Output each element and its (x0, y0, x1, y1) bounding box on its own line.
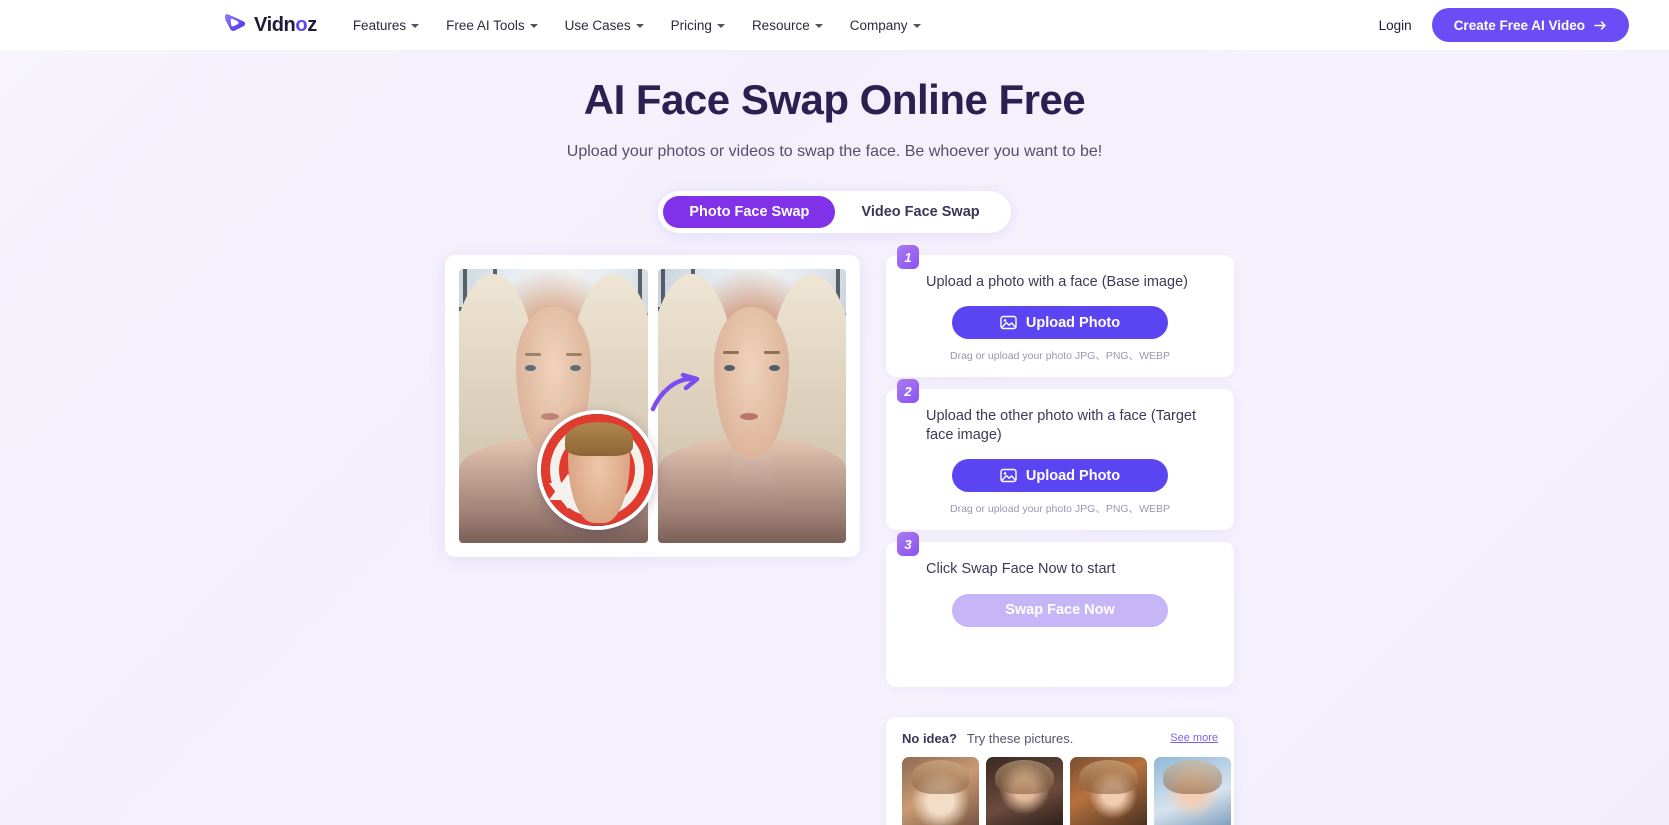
step-number-badge-3: 3 (897, 532, 919, 557)
nav-item-resource[interactable]: Resource (752, 18, 823, 33)
suggestion-thumbnail-4[interactable] (1154, 756, 1231, 825)
tab-photo-face-swap[interactable]: Photo Face Swap (663, 196, 836, 228)
upload-target-photo-button[interactable]: Upload Photo (952, 459, 1168, 493)
upload-hint-1: Drag or upload your photo JPG、PNG、WEBP (949, 350, 1170, 363)
step-number-badge-1: 1 (897, 245, 919, 269)
nav-item-company[interactable]: Company (850, 18, 921, 33)
chevron-down-icon (411, 24, 420, 28)
mode-tabs: Photo Face Swap Video Face Swap (658, 191, 1011, 233)
nav-item-features[interactable]: Features (352, 17, 420, 33)
suggestions-card: No idea? Try these pictures. See more (886, 716, 1234, 825)
create-free-ai-video-button[interactable]: Create Free AI Video (1431, 8, 1629, 42)
image-upload-icon (1000, 315, 1017, 330)
login-link[interactable]: Login (1379, 18, 1412, 33)
step-card-1: 1 Upload a photo with a face (Base image… (886, 245, 1234, 378)
suggestion-thumbnail-3[interactable] (1070, 756, 1147, 825)
upload-hint-2: Drag or upload your photo JPG、PNG、WEBP (949, 503, 1170, 516)
see-more-link[interactable]: See more (1170, 732, 1218, 744)
vidnoz-logo[interactable]: Vidnoz (222, 12, 317, 38)
nav-item-use-cases[interactable]: Use Cases (565, 18, 644, 33)
suggestions-headline: No idea? (902, 730, 957, 746)
preview-after-image (657, 269, 846, 543)
step-number-badge-2: 2 (897, 379, 919, 404)
swap-face-now-button[interactable]: Swap Face Now (952, 593, 1168, 627)
step-title-3: Click Swap Face Now to start (926, 561, 1116, 578)
main-content: 1 Upload a photo with a face (Base image… (0, 245, 1669, 825)
face-swap-preview-card (445, 255, 860, 557)
arrow-right-icon (1594, 20, 1606, 30)
main-nav: Features Free AI Tools Use Cases Pricing… (353, 18, 921, 33)
chevron-down-icon (912, 24, 921, 28)
suggestion-thumbnail-2[interactable] (986, 756, 1063, 825)
cta-label: Create Free AI Video (1453, 17, 1585, 33)
chevron-down-icon (529, 24, 538, 28)
nav-label: Free AI Tools (446, 17, 525, 33)
nav-label: Resource (751, 17, 810, 33)
suggestion-thumbnails (902, 756, 1231, 825)
suggestion-thumbnail-1[interactable] (902, 756, 979, 825)
step-title-1: Upload a photo with a face (Base image) (926, 274, 1188, 290)
source-face-badge[interactable] (537, 410, 657, 530)
site-header: Vidnoz Features Free AI Tools Use Cases … (0, 0, 1669, 50)
nav-item-free-ai-tools[interactable]: Free AI Tools (446, 18, 538, 33)
upload-base-photo-button[interactable]: Upload Photo (952, 306, 1168, 340)
nav-label: Pricing (670, 17, 712, 33)
page-subtitle: Upload your photos or videos to swap the… (566, 143, 1103, 160)
nav-label: Company (849, 17, 908, 33)
hero-section: AI Face Swap Online Free Upload your pho… (0, 50, 1669, 161)
suggestions-header: No idea? Try these pictures. See more (902, 731, 1218, 746)
nav-item-pricing[interactable]: Pricing (671, 18, 725, 33)
logo-wordmark: Vidnoz (254, 13, 317, 36)
header-actions: Login Create Free AI Video (1379, 8, 1629, 42)
step-title-2: Upload the other photo with a face (Targ… (926, 408, 1197, 444)
vidnoz-v-logo-icon (225, 14, 246, 31)
chevron-down-icon (716, 24, 725, 28)
tab-label: Photo Face Swap (689, 204, 810, 220)
chevron-down-icon (635, 24, 644, 28)
page-title: AI Face Swap Online Free (583, 76, 1086, 123)
steps-column: 1 Upload a photo with a face (Base image… (886, 245, 1234, 825)
mode-tabs-container: Photo Face Swap Video Face Swap (0, 191, 1669, 233)
nav-label: Features (352, 17, 407, 33)
tab-video-face-swap[interactable]: Video Face Swap (835, 196, 1005, 228)
upload-button-label: Upload Photo (1025, 314, 1121, 331)
nav-label: Use Cases (564, 17, 631, 33)
image-upload-icon (1000, 469, 1017, 483)
suggestions-subtext: Try these pictures. (966, 730, 1074, 746)
chevron-down-icon (814, 24, 823, 28)
step-card-2: 2 Upload the other photo with a face (Ta… (886, 379, 1234, 531)
tab-label: Video Face Swap (861, 204, 980, 220)
step-card-3: 3 Click Swap Face Now to start Swap Face… (886, 532, 1234, 687)
upload-button-label: Upload Photo (1025, 467, 1121, 484)
swap-button-label: Swap Face Now (1005, 602, 1115, 618)
